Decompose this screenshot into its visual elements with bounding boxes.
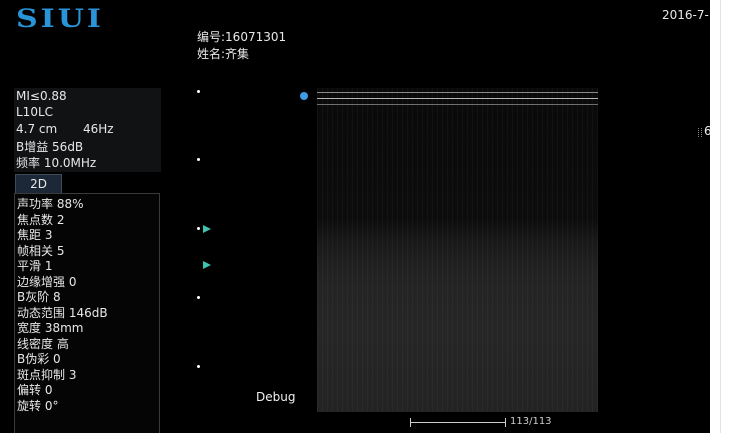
ultrasound-screen: SIUI 编号:16071301 姓名:齐集 2016-7- MI≤0.88 L…: [0, 0, 710, 433]
ultrasound-image[interactable]: [317, 88, 598, 412]
depth-readout: 4.7 cm: [16, 122, 58, 136]
siui-logo: SIUI: [16, 4, 104, 34]
depth-scale-dot: [197, 227, 200, 230]
param-acoustic-power: 声功率 88%: [17, 197, 84, 211]
probe-info-panel: MI≤0.88 L10LC 4.7 cm 46Hz B增益 56dB 频率 10…: [14, 88, 161, 172]
window-edge: [710, 0, 730, 433]
param-b-grayscale: B灰阶 8: [17, 290, 61, 304]
cine-progress-end: [505, 418, 506, 427]
exam-date: 2016-7-: [662, 8, 709, 22]
tissue-echo-line: [317, 98, 598, 99]
mi-readout: MI≤0.88: [16, 89, 67, 103]
debug-button[interactable]: Debug: [256, 390, 295, 404]
param-steer: 偏转 0: [17, 383, 53, 397]
cine-frame-counter: 113/113: [510, 416, 552, 427]
depth-scale-dot: [197, 296, 200, 299]
cine-progress-bar[interactable]: [410, 422, 506, 423]
focus-marker-icon[interactable]: [203, 225, 211, 233]
tab-2d[interactable]: 2D: [15, 174, 62, 193]
frame-rate-readout: 46Hz: [83, 122, 114, 136]
param-focal-distance: 焦距 3: [17, 228, 53, 242]
frequency-readout: 频率 10.0MHz: [16, 156, 97, 170]
tissue-echo-line: [317, 92, 598, 93]
depth-scale-dot: [197, 158, 200, 161]
orientation-marker-icon: [300, 92, 308, 100]
probe-name: L10LC: [16, 105, 54, 119]
tissue-echo-line: [317, 104, 598, 105]
param-smoothing: 平滑 1: [17, 259, 53, 273]
focus-marker-icon[interactable]: [203, 261, 211, 269]
param-width: 宽度 38mm: [17, 321, 84, 335]
param-b-pseudocolor: B伪彩 0: [17, 352, 61, 366]
patient-id: 编号:16071301: [197, 30, 287, 44]
param-rotation: 旋转 0°: [17, 399, 59, 413]
depth-scale-dot: [197, 365, 200, 368]
imaging-params-panel: 声功率 88% 焦点数 2 焦距 3 帧相关 5 平滑 1 边缘增强 0 B灰阶…: [14, 193, 160, 433]
b-gain-readout: B增益 56dB: [16, 140, 84, 154]
patient-name: 姓名:齐集: [197, 47, 250, 61]
resize-handle-icon[interactable]: [698, 128, 702, 137]
depth-scale-dot: [197, 90, 200, 93]
